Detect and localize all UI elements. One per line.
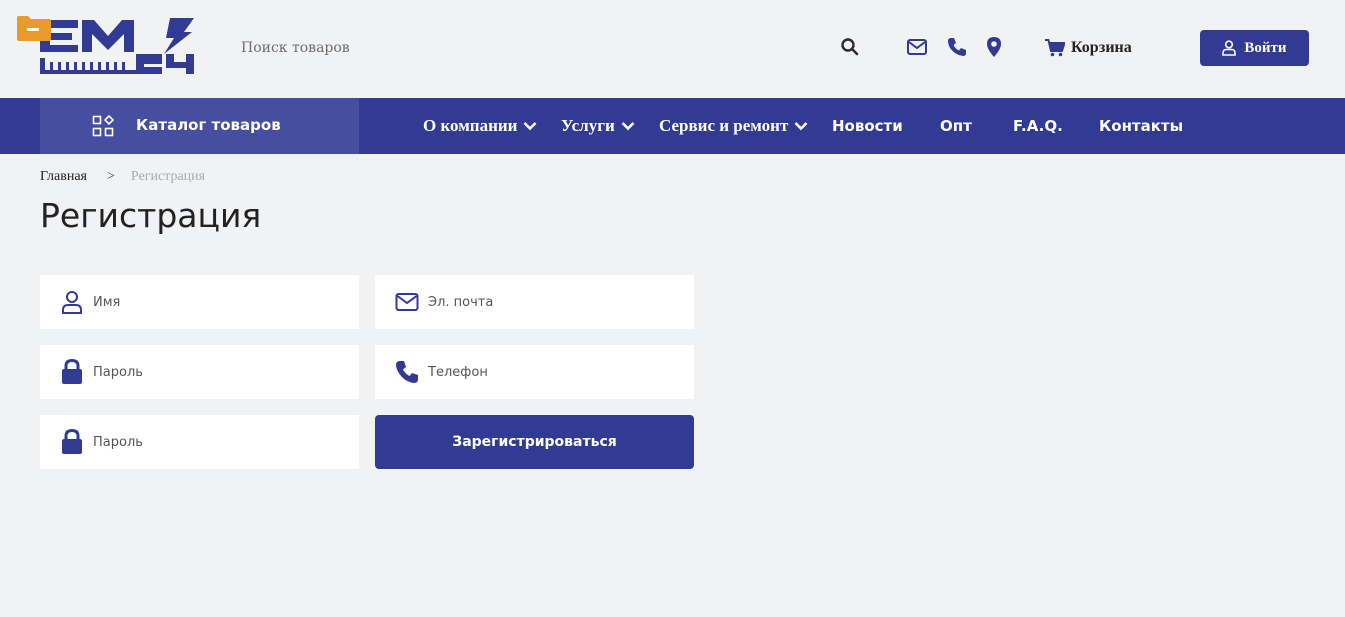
catalog-button[interactable]: Каталог товаров bbox=[40, 98, 359, 154]
phone-field bbox=[375, 345, 694, 399]
cart-label: Корзина bbox=[1071, 39, 1132, 56]
nav-item-label: Услуги bbox=[561, 116, 615, 135]
chevron-down-icon bbox=[794, 122, 808, 131]
password-confirm-input[interactable] bbox=[93, 431, 343, 453]
nav-item-contacts[interactable]: Контакты bbox=[1099, 98, 1183, 154]
nav-item-label: Опт bbox=[940, 117, 972, 135]
nav-item-news[interactable]: Новости bbox=[832, 98, 903, 154]
nav-item-label: Сервис и ремонт bbox=[659, 116, 789, 135]
search-input[interactable] bbox=[241, 36, 821, 60]
nav-item-label: О компании bbox=[423, 116, 518, 135]
nav-item-service-repair[interactable]: Сервис и ремонт bbox=[659, 98, 808, 154]
register-button[interactable]: Зарегистрироваться bbox=[375, 415, 694, 469]
site-header: Корзина Войти bbox=[0, 0, 1345, 98]
nav-item-label: Новости bbox=[832, 117, 903, 135]
user-icon bbox=[60, 289, 84, 315]
breadcrumb-separator: > bbox=[107, 169, 115, 184]
map-pin-icon[interactable] bbox=[983, 36, 1005, 58]
nav-item-wholesale[interactable]: Опт bbox=[940, 98, 972, 154]
logo[interactable] bbox=[38, 16, 196, 76]
user-icon bbox=[1222, 40, 1237, 56]
email-input[interactable] bbox=[428, 291, 678, 313]
password-input[interactable] bbox=[93, 361, 343, 383]
password-field bbox=[40, 345, 359, 399]
login-button[interactable]: Войти bbox=[1200, 30, 1309, 66]
catalog-label: Каталог товаров bbox=[136, 116, 281, 134]
envelope-icon bbox=[395, 289, 419, 315]
cart-link[interactable]: Корзина bbox=[1045, 36, 1132, 60]
chevron-down-icon bbox=[621, 122, 635, 131]
login-label: Войти bbox=[1244, 39, 1287, 56]
search-icon[interactable] bbox=[840, 37, 860, 57]
lock-icon bbox=[60, 429, 84, 455]
page-title: Регистрация bbox=[40, 196, 262, 235]
lock-icon bbox=[60, 359, 84, 385]
nav-item-services[interactable]: Услуги bbox=[561, 98, 635, 154]
nav-item-label: Контакты bbox=[1099, 117, 1184, 135]
phone-input[interactable] bbox=[428, 361, 678, 383]
main-nav: Каталог товаров О компании Услуги Сервис… bbox=[0, 98, 1345, 154]
nav-item-label: F.A.Q. bbox=[1013, 117, 1063, 135]
breadcrumb-home[interactable]: Главная bbox=[40, 169, 87, 185]
nav-item-about[interactable]: О компании bbox=[423, 98, 537, 154]
email-field bbox=[375, 275, 694, 329]
password-confirm-field bbox=[40, 415, 359, 469]
name-field bbox=[40, 275, 359, 329]
phone-icon bbox=[395, 359, 419, 385]
name-input[interactable] bbox=[93, 291, 343, 313]
folder-icon[interactable] bbox=[16, 15, 52, 42]
nav-item-faq[interactable]: F.A.Q. bbox=[1013, 98, 1063, 154]
phone-icon[interactable] bbox=[946, 36, 968, 58]
breadcrumb: Главная > Регистрация bbox=[40, 168, 205, 186]
chevron-down-icon bbox=[524, 122, 537, 131]
cart-icon bbox=[1045, 39, 1065, 57]
envelope-icon[interactable] bbox=[906, 36, 928, 58]
breadcrumb-current: Регистрация bbox=[130, 169, 206, 184]
grid-icon bbox=[92, 115, 114, 137]
